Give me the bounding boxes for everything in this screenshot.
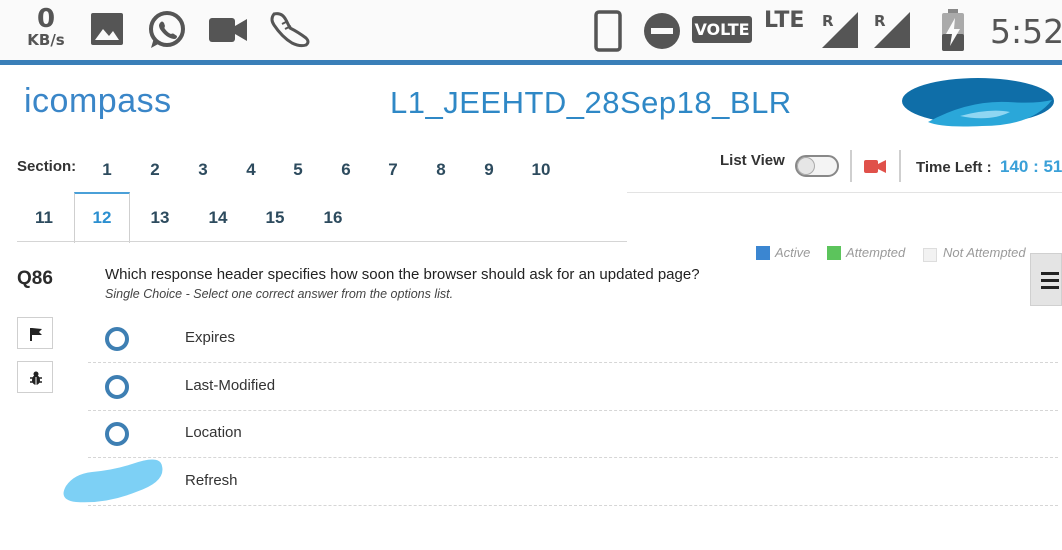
lte-label: LTE (764, 8, 805, 33)
logo-text: icompass (24, 82, 172, 120)
question-number: Q86 (17, 268, 53, 289)
section-tab-6[interactable]: 6 (324, 160, 368, 180)
network-speed-unit: KB/s (27, 31, 65, 49)
section-tab-11[interactable]: 11 (22, 208, 66, 228)
time-left-label: Time Left : (916, 159, 992, 176)
flag-icon (30, 328, 42, 341)
time-left-value: 140 : 51 (1000, 157, 1062, 176)
option-label: Last-Modified (185, 377, 276, 394)
section-tab-16[interactable]: 16 (311, 208, 355, 228)
question-text: Which response header specifies how soon… (105, 266, 700, 283)
option-radio[interactable] (105, 327, 129, 351)
section-tab-4[interactable]: 4 (229, 160, 273, 180)
legend-attempted-label: Attempted (846, 245, 906, 260)
legend-active-label: Active (775, 245, 811, 260)
icompass-logo: icompass (24, 82, 172, 128)
legend-not-attempted-swatch (923, 248, 937, 262)
section-tab-10[interactable]: 10 (519, 160, 563, 180)
option-label: Refresh (185, 472, 238, 489)
header-divider (627, 192, 1062, 193)
network-speed-value: 0 (36, 4, 56, 34)
option-radio[interactable] (105, 375, 129, 399)
volte-badge: VOLTE (692, 16, 752, 43)
option-radio[interactable] (105, 422, 129, 446)
signal-icon (874, 12, 910, 48)
report-bug-button[interactable] (17, 361, 53, 393)
signal-icon (822, 12, 858, 48)
section-tab-8[interactable]: 8 (419, 160, 463, 180)
legend-attempted-swatch (827, 246, 841, 260)
list-view-toggle[interactable] (795, 155, 839, 177)
section-tab-14[interactable]: 14 (196, 208, 240, 228)
section-tab-7[interactable]: 7 (371, 160, 415, 180)
section-tab-5[interactable]: 5 (276, 160, 320, 180)
option-row[interactable]: Expires (88, 315, 1058, 363)
divider (899, 150, 901, 182)
redaction-mark (63, 459, 163, 503)
section-tab-9[interactable]: 9 (467, 160, 511, 180)
status-bar-divider (0, 60, 1062, 65)
option-row[interactable]: Refresh (88, 458, 1058, 506)
toggle-knob (797, 157, 815, 175)
tabs-divider (17, 241, 627, 242)
network-speed: 0 KB/s (22, 6, 70, 48)
video-icon (209, 18, 247, 42)
test-title: L1_JEEHTD_28Sep18_BLR (390, 85, 792, 120)
section-tab-3[interactable]: 3 (181, 160, 225, 180)
section-tab-2[interactable]: 2 (133, 160, 177, 180)
section-label: Section: (17, 158, 77, 175)
battery-charging-icon (942, 9, 964, 51)
status-bar: 0 KB/s VOLTE LTE R R 5:52 (0, 0, 1062, 60)
whatsapp-icon (149, 11, 185, 48)
section-tab-15[interactable]: 15 (253, 208, 297, 228)
flag-button[interactable] (17, 317, 53, 349)
menu-button[interactable] (1030, 253, 1062, 306)
option-row[interactable]: Location (88, 410, 1058, 458)
bug-icon (30, 371, 42, 385)
divider (850, 150, 852, 182)
phone-icon (594, 10, 622, 52)
option-label: Location (185, 424, 242, 441)
section-tab-12[interactable]: 12 (80, 208, 124, 228)
option-row[interactable]: Last-Modified (88, 363, 1058, 411)
clock: 5:52 (990, 12, 1062, 51)
brand-logo (902, 78, 1054, 127)
camera-icon (864, 160, 886, 173)
legend-active-swatch (756, 246, 770, 260)
image-icon (91, 13, 123, 45)
section-tab-13[interactable]: 13 (138, 208, 182, 228)
legend-not-attempted-label: Not Attempted (943, 245, 1026, 260)
option-label: Expires (185, 329, 236, 346)
do-not-disturb-icon (644, 13, 680, 49)
shoe-icon (270, 12, 310, 48)
question-hint: Single Choice - Select one correct answe… (105, 287, 454, 301)
list-view-label: List View (720, 152, 785, 169)
section-tab-1[interactable]: 1 (85, 160, 129, 180)
